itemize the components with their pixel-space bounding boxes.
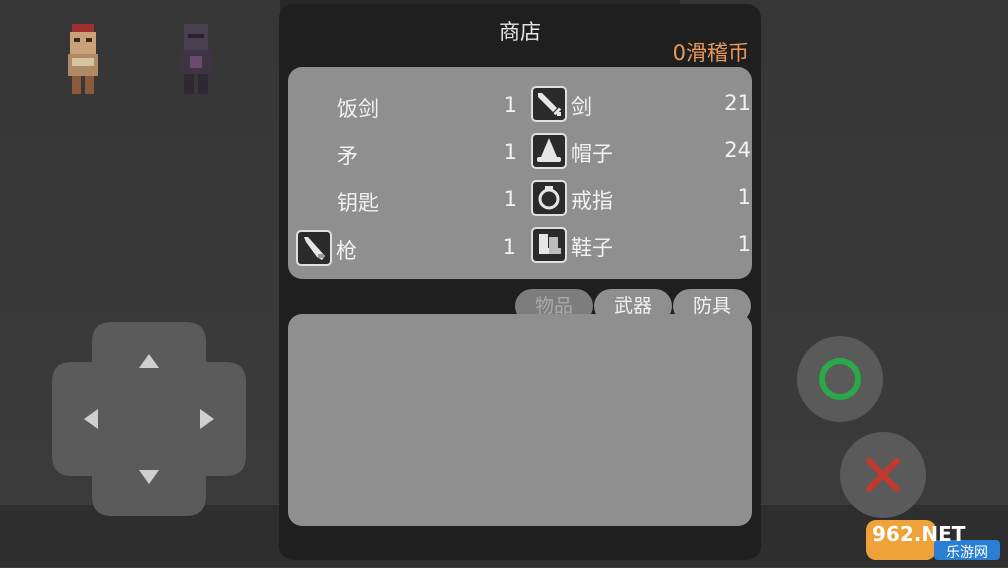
inventory-list: 饭剑 1 矛 1 钥匙 1 枪 1 剑 21 帽子 24 戒指 1 鞋子 1 (288, 67, 752, 279)
item-qty: 1 (737, 185, 751, 209)
item-name: 饭剑 (337, 97, 379, 121)
item-name: 剑 (571, 95, 592, 119)
cross-icon (866, 458, 900, 492)
inventory-item-gun[interactable]: 枪 1 (296, 228, 516, 268)
shop-panel: 商店 0滑稽币 饭剑 1 矛 1 钥匙 1 枪 1 剑 21 帽子 24 戒指 … (279, 4, 761, 560)
item-name: 枪 (336, 239, 357, 263)
item-qty: 1 (503, 187, 517, 211)
item-name: 戒指 (571, 189, 613, 213)
circle-icon (819, 358, 861, 400)
item-name: 帽子 (571, 142, 613, 166)
knight-npc (180, 24, 212, 94)
item-qty: 1 (502, 235, 516, 259)
item-qty: 1 (503, 140, 517, 164)
item-qty: 24 (724, 138, 751, 162)
item-name: 鞋子 (571, 236, 613, 260)
inventory-item-sword[interactable]: 剑 21 (531, 84, 751, 124)
ring-icon (531, 180, 567, 216)
inventory-item-spear[interactable]: 矛 1 (297, 133, 517, 173)
site-watermark: 962.NET 乐游网 (866, 518, 1002, 564)
inventory-item-rice-sword[interactable]: 饭剑 1 (297, 86, 517, 126)
inventory-item-boots[interactable]: 鞋子 1 (531, 225, 751, 265)
item-qty: 1 (503, 93, 517, 117)
confirm-button[interactable] (797, 336, 883, 422)
cancel-button[interactable] (840, 432, 926, 518)
hat-icon (531, 133, 567, 169)
inventory-item-key[interactable]: 钥匙 1 (297, 180, 517, 220)
item-qty: 1 (737, 232, 751, 256)
inventory-item-ring[interactable]: 戒指 1 (531, 178, 751, 218)
item-name: 矛 (337, 144, 358, 168)
player-character (68, 24, 98, 94)
item-qty: 21 (724, 91, 751, 115)
dpad[interactable] (52, 322, 246, 516)
watermark-subtext: 乐游网 (946, 545, 988, 561)
currency-balance: 0滑稽币 (672, 41, 749, 65)
gun-icon (296, 230, 332, 266)
item-name: 钥匙 (337, 191, 379, 215)
inventory-item-hat[interactable]: 帽子 24 (531, 131, 751, 171)
item-detail-panel (288, 314, 752, 526)
sword-icon (531, 86, 567, 122)
boots-icon (531, 227, 567, 263)
